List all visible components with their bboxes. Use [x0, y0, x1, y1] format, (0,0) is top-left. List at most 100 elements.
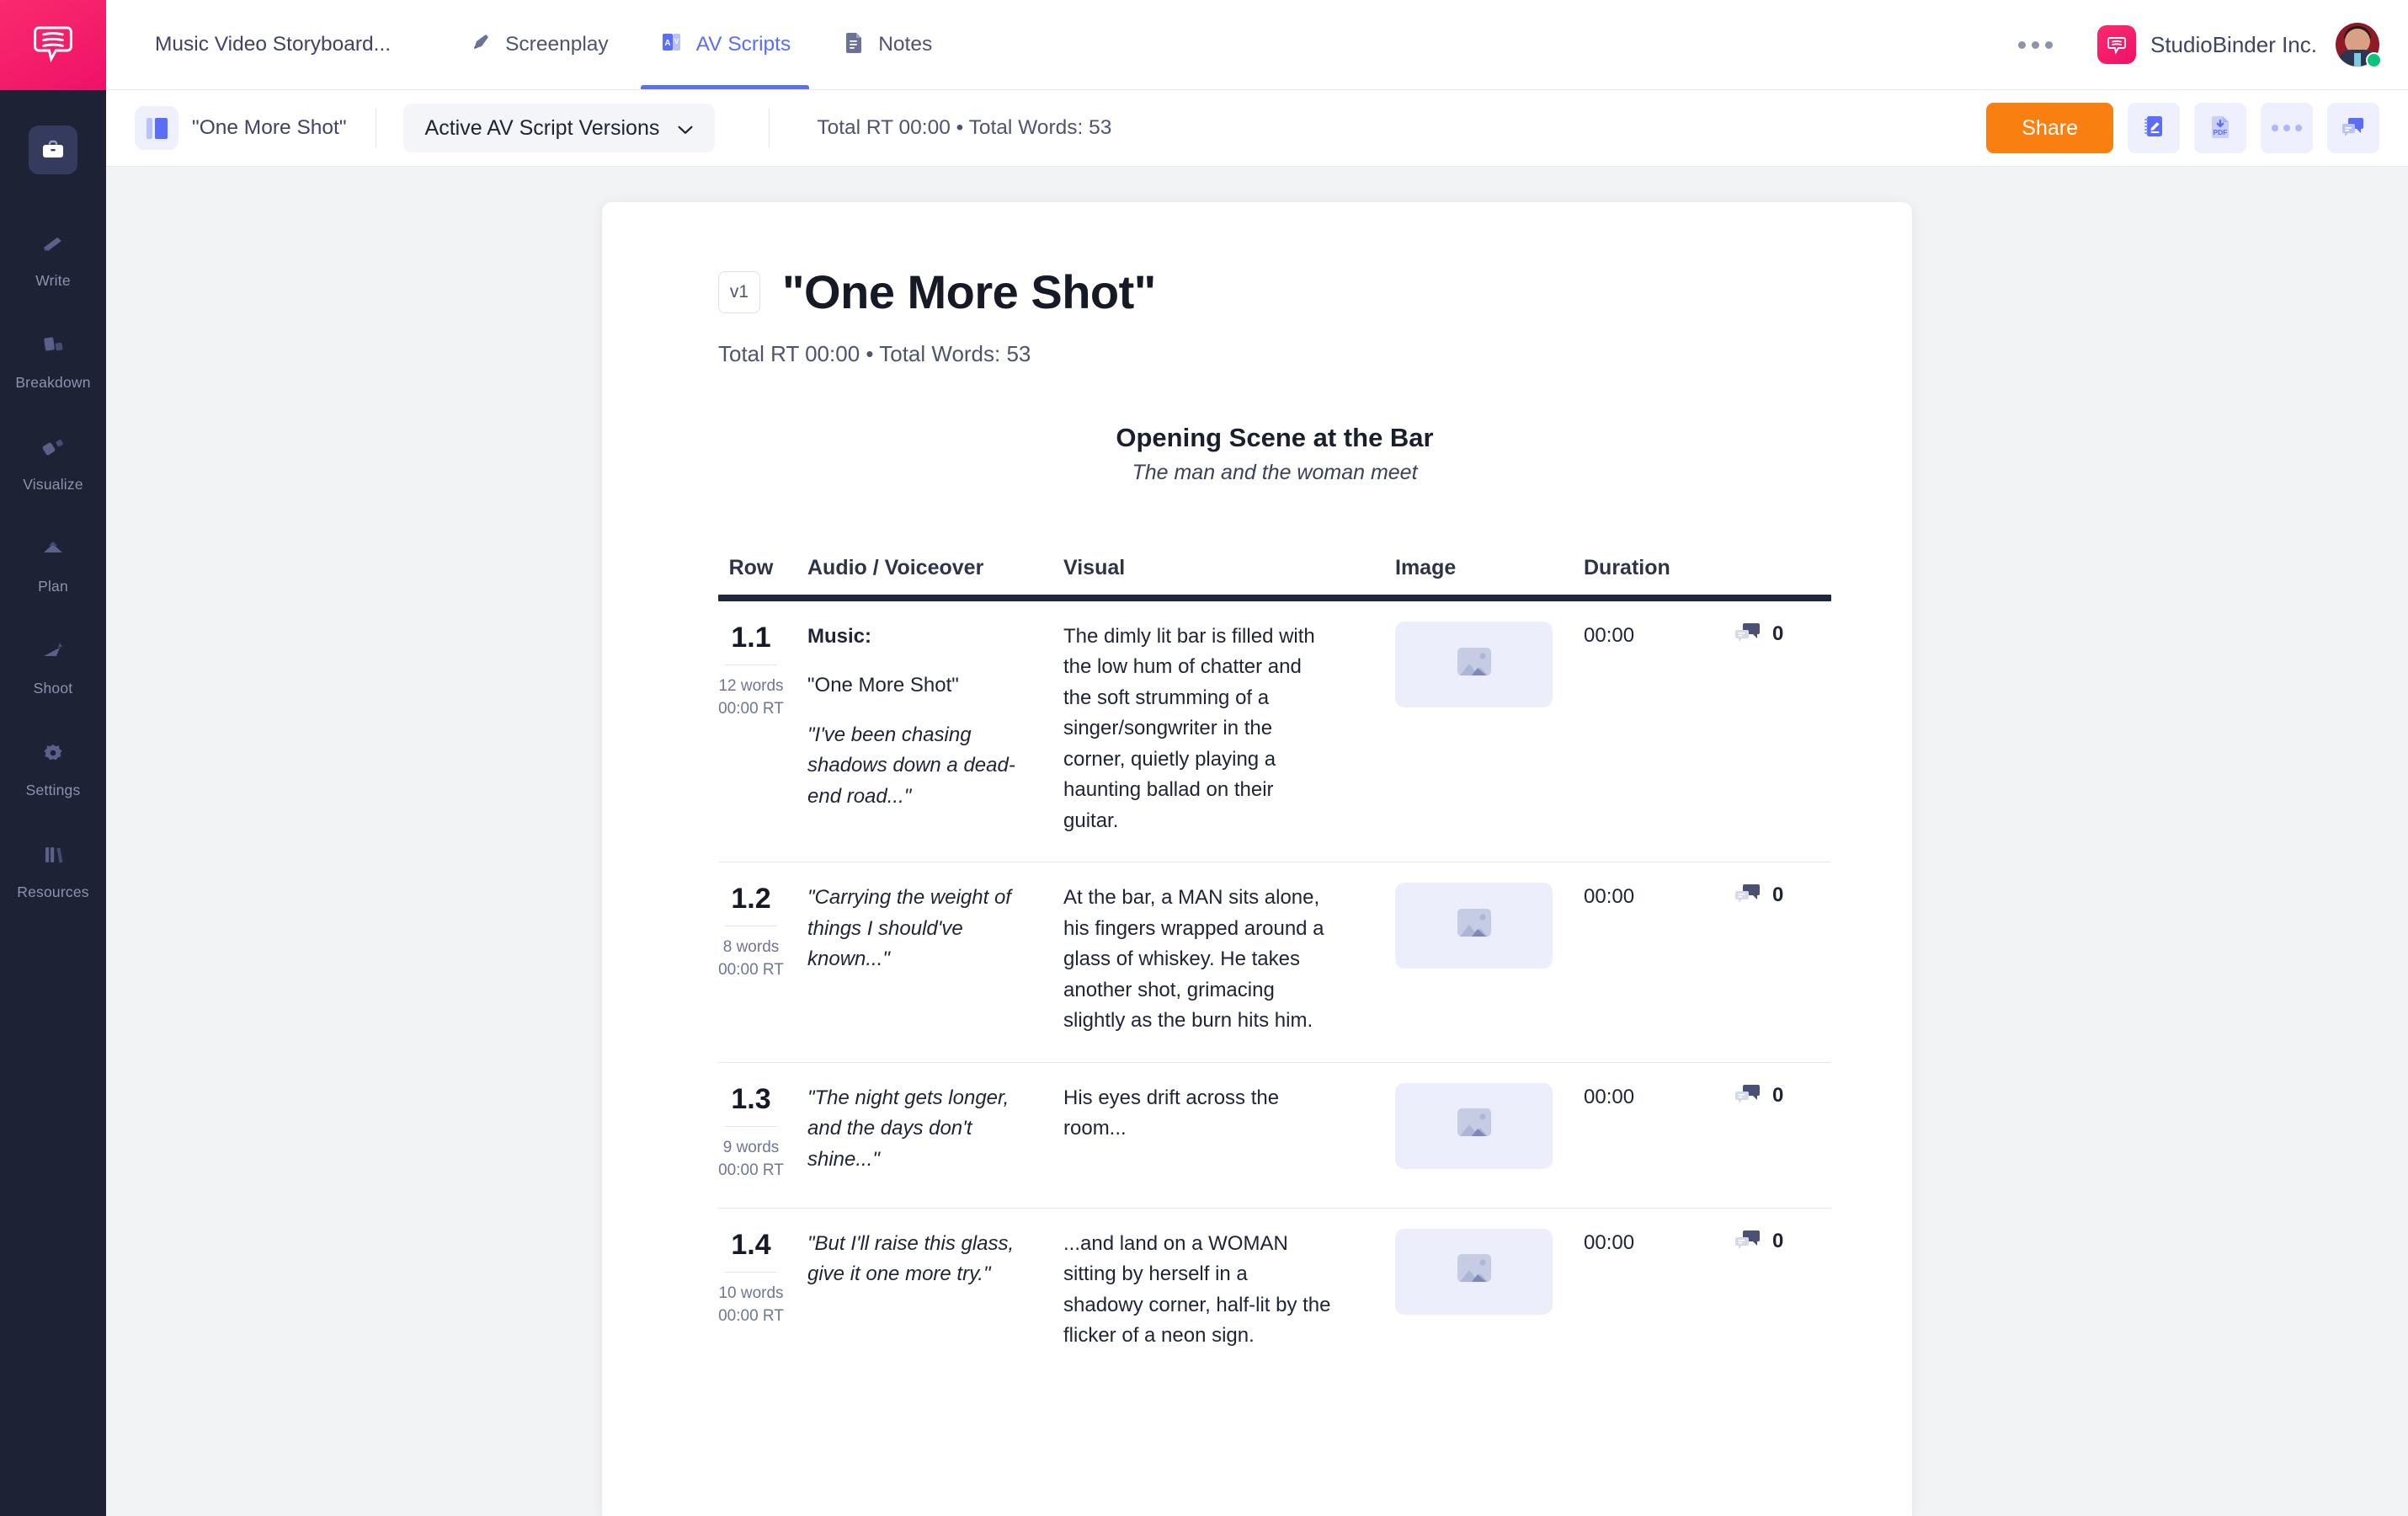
audio-cell[interactable]: "Carrying the weight of things I should'… — [784, 883, 1053, 1036]
scene-subtitle[interactable]: The man and the woman meet — [718, 461, 1831, 485]
toolbar-stats: Total RT 00:00 • Total Words: 53 — [769, 108, 1111, 148]
visual-text: The dimly lit bar is filled with the low… — [1063, 625, 1315, 832]
table-row[interactable]: 1.2 8 words 00:00 RT "Carrying the weigh… — [718, 862, 1831, 1063]
image-placeholder[interactable] — [1395, 1082, 1553, 1169]
comment-icon — [1735, 883, 1761, 910]
row-number: 1.1 — [731, 622, 771, 654]
ellipsis-dot — [2018, 40, 2027, 49]
tab-screenplay[interactable]: Screenplay — [443, 0, 634, 89]
sidebar-item-breakdown[interactable]: Breakdown — [0, 321, 106, 392]
image-placeholder[interactable] — [1395, 622, 1553, 707]
scene-title[interactable]: Opening Scene at the Bar — [718, 423, 1831, 453]
tab-label: Notes — [878, 33, 933, 56]
project-name-breadcrumb[interactable]: Music Video Storyboard... — [155, 0, 391, 89]
table-header-row: Row Audio / Voiceover Visual Image Durat… — [718, 556, 1831, 595]
sidebar-item-write[interactable]: Write — [0, 219, 106, 290]
row-number: 1.4 — [731, 1228, 771, 1261]
image-placeholder[interactable] — [1395, 1228, 1553, 1315]
sidebar-item-label: Visualize — [23, 476, 83, 493]
tab-av-scripts[interactable]: A V AV Scripts — [634, 0, 817, 89]
comment-cell[interactable]: 0 — [1735, 1083, 1783, 1182]
image-placeholder[interactable] — [1395, 883, 1553, 969]
org-logo-icon — [2096, 25, 2136, 64]
presence-online-indicator — [2366, 52, 2382, 68]
table-row[interactable]: 1.1 12 words 00:00 RT Music: "One More S… — [718, 601, 1831, 863]
resources-icon — [29, 830, 77, 879]
svg-text:PDF: PDF — [2214, 128, 2228, 136]
document-tabs: Screenplay A V AV Scripts Notes — [443, 0, 957, 89]
notebook-pencil-icon — [2140, 113, 2167, 144]
document-selector[interactable]: "One More Shot" — [135, 106, 376, 150]
duration-cell[interactable]: 00:00 — [1567, 883, 1735, 1036]
table-row[interactable]: 1.3 9 words 00:00 RT "The night gets lon… — [718, 1063, 1831, 1209]
top-more-options-button[interactable] — [2006, 15, 2065, 74]
left-nav-rail: Write Breakdown Visualize Plan Shoot Set… — [0, 0, 106, 1516]
notebook-edit-button[interactable] — [2128, 103, 2180, 153]
audio-cell[interactable]: "The night gets longer, and the days don… — [784, 1083, 1053, 1182]
pen-icon — [468, 29, 493, 61]
share-button[interactable]: Share — [1986, 103, 2113, 153]
visual-cell[interactable]: His eyes drift across the room... — [1053, 1083, 1356, 1182]
sidebar-item-settings[interactable]: Settings — [0, 729, 106, 799]
page-title[interactable]: "One More Shot" — [782, 264, 1156, 319]
duration-cell[interactable]: 00:00 — [1567, 622, 1735, 836]
export-pdf-button[interactable]: PDF — [2194, 103, 2246, 153]
sidebar-item-plan[interactable]: Plan — [0, 525, 106, 595]
toolbar-actions: Share PDF — [1986, 103, 2379, 153]
organization-switcher[interactable]: StudioBinder Inc. — [2096, 25, 2317, 64]
version-badge[interactable]: v1 — [718, 270, 760, 313]
chevron-down-icon — [678, 124, 693, 134]
duration-cell[interactable]: 00:00 — [1567, 1229, 1735, 1352]
table-row[interactable]: 1.4 10 words 00:00 RT "But I'll raise th… — [718, 1209, 1831, 1377]
audio-line: "But I'll raise this glass, give it one … — [807, 1231, 1015, 1286]
sidebar-item-shoot[interactable]: Shoot — [0, 627, 106, 697]
row-divider — [725, 1271, 777, 1273]
image-cell — [1356, 1228, 1567, 1352]
comment-cell[interactable]: 0 — [1735, 622, 1783, 836]
top-bar-right: StudioBinder Inc. — [2006, 0, 2382, 89]
comment-cell[interactable]: 0 — [1735, 1229, 1783, 1352]
row-number-cell: 1.2 8 words 00:00 RT — [718, 883, 784, 1036]
image-cell — [1356, 883, 1567, 1036]
tab-notes[interactable]: Notes — [816, 0, 957, 89]
audio-line: Music: — [807, 625, 872, 648]
av-icon: A V — [659, 29, 685, 61]
visual-cell[interactable]: ...and land on a WOMAN sitting by hersel… — [1053, 1229, 1356, 1352]
row-word-count: 10 words — [718, 1284, 784, 1302]
row-number-cell: 1.4 10 words 00:00 RT — [718, 1229, 784, 1352]
sidebar-item-resources[interactable]: Resources — [0, 830, 106, 901]
ellipsis-dot — [2032, 40, 2040, 49]
av-script-table: Row Audio / Voiceover Visual Image Durat… — [718, 556, 1831, 1377]
comment-cell[interactable]: 0 — [1735, 883, 1783, 1036]
visual-cell[interactable]: The dimly lit bar is filled with the low… — [1053, 622, 1356, 836]
comment-icon — [1735, 1230, 1761, 1256]
row-number-cell: 1.3 9 words 00:00 RT — [718, 1083, 784, 1182]
column-header-row: Row — [728, 556, 774, 579]
notes-icon — [841, 29, 866, 61]
sidebar-item-visualize[interactable]: Visualize — [0, 423, 106, 494]
av-script-doc-icon — [135, 106, 178, 150]
user-avatar[interactable] — [2336, 23, 2382, 68]
comment-icon — [1735, 1084, 1761, 1110]
comment-icon — [1735, 622, 1761, 649]
gear-icon — [29, 729, 77, 777]
audio-line: "The night gets longer, and the days don… — [807, 1086, 1010, 1171]
visual-cell[interactable]: At the bar, a MAN sits alone, his finger… — [1053, 883, 1356, 1036]
pdf-download-icon: PDF — [2207, 113, 2234, 144]
row-word-count: 12 words — [718, 677, 784, 696]
sidebar-item-label: Shoot — [33, 680, 73, 697]
image-cell — [1356, 622, 1567, 836]
studiobinder-logo-button[interactable] — [0, 0, 106, 90]
image-placeholder-icon — [1448, 1102, 1500, 1150]
audio-cell[interactable]: Music: "One More Shot" "I've been chasin… — [784, 622, 1053, 836]
sidebar-item-projects[interactable] — [0, 125, 106, 179]
column-header-audio: Audio / Voiceover — [807, 556, 984, 579]
version-filter-dropdown[interactable]: Active AV Script Versions — [402, 104, 716, 152]
comments-panel-button[interactable] — [2327, 103, 2379, 153]
sidebar-item-label: Resources — [17, 883, 89, 900]
duration-cell[interactable]: 00:00 — [1567, 1083, 1735, 1182]
table-header-rule — [718, 595, 1831, 601]
comment-count: 0 — [1772, 1229, 1784, 1252]
audio-cell[interactable]: "But I'll raise this glass, give it one … — [784, 1229, 1053, 1352]
more-options-button[interactable] — [2261, 103, 2313, 153]
